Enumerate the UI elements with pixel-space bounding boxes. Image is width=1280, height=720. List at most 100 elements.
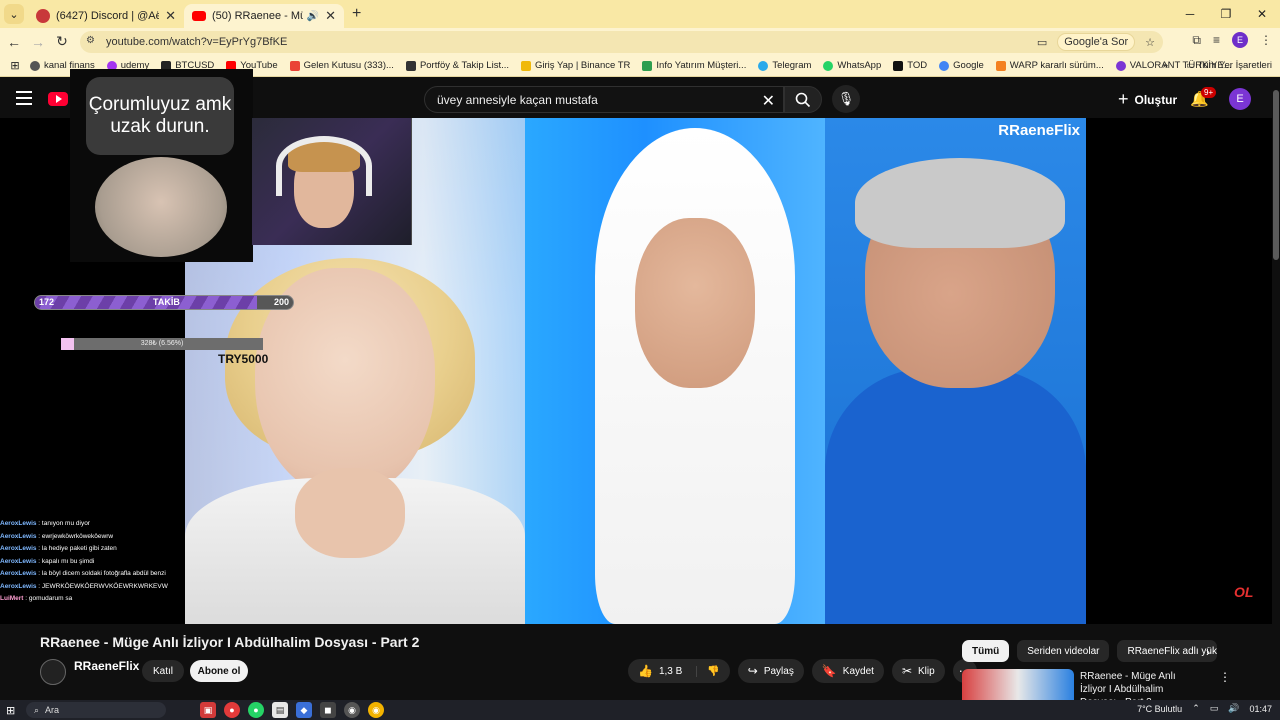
save-button[interactable]: 🔖 Kaydet (811, 659, 884, 683)
chat-message: AeroxLewis : la böyl dicem soldaki fotoğ… (0, 570, 166, 577)
speaker-icon[interactable]: 🔊 (307, 11, 319, 22)
thumbs-down-icon[interactable]: 👎 (696, 665, 720, 677)
stream-chat-overlay: AeroxLewis : tanıyon mu diyor AeroxLewis … (0, 518, 192, 718)
bookmark-label: Giriş Yap | Binance TR (535, 60, 631, 71)
clear-search-icon[interactable]: ✕ (762, 91, 775, 111)
extensions-icon[interactable]: ⧉ (1192, 33, 1201, 48)
close-window-button[interactable]: ✕ (1244, 0, 1280, 28)
bookmark-item[interactable]: WhatsApp (823, 60, 881, 71)
voice-search-button[interactable]: 🎙 (832, 85, 860, 113)
bookmark-label: TOD (907, 60, 928, 71)
apps-grid-icon[interactable]: ⊞ (0, 59, 30, 72)
clock[interactable]: 01:47 (1249, 704, 1272, 714)
url-text[interactable]: youtube.com/watch?v=EyPrYg7BfKE (106, 36, 287, 48)
join-button[interactable]: Katıl (142, 660, 184, 682)
chip-channel-uploads[interactable]: RRaeneFlix adlı yükle (1117, 640, 1218, 662)
reload-button[interactable]: ↻ (50, 33, 74, 50)
bookmark-item[interactable]: WARP kararlı sürüm... (995, 60, 1104, 71)
app-icon[interactable]: ▣ (200, 702, 216, 718)
scissors-icon: ✂ (901, 664, 912, 678)
save-label: Kaydet (842, 665, 874, 677)
bookmark-label: Gelen Kutusu (333)... (303, 60, 394, 71)
tray-chevron-icon[interactable]: ⌃ (1192, 703, 1200, 714)
chat-text: ewrjewköwrköwekôewrw (41, 532, 114, 540)
bookmark-item[interactable]: Giriş Yap | Binance TR (521, 60, 630, 71)
bookmark-item[interactable]: Google (939, 60, 984, 71)
search-input[interactable]: üvey annesiyle kaçan mustafa ✕ (424, 86, 784, 113)
tab-youtube[interactable]: (50) RRaenee - Müge Anlı İz 🔊 ✕ (184, 4, 344, 28)
new-tab-button[interactable]: + (352, 5, 361, 23)
chrome-icon[interactable]: ◉ (368, 702, 384, 718)
google-sor-button[interactable]: Google'a Sor (1057, 33, 1136, 51)
profile-avatar[interactable]: E (1232, 32, 1248, 48)
chip-label: Seriden videolar (1027, 645, 1100, 657)
steam-icon[interactable]: ◆ (296, 702, 312, 718)
close-tab-icon[interactable]: ✕ (165, 8, 176, 24)
follow-goal-fill (35, 296, 257, 309)
weather-text[interactable]: 7°C Bulutlu (1137, 704, 1182, 714)
bookmark-label: Google (953, 60, 984, 71)
channel-avatar[interactable] (40, 659, 66, 685)
chat-username: AeroxLewis (0, 545, 37, 552)
back-button[interactable]: ← (2, 34, 26, 50)
google-icon (939, 60, 950, 71)
chat-message: AeroxLewis : tanıyon mu diyor (0, 520, 90, 527)
app-icon[interactable]: ◼ (320, 702, 336, 718)
chat-text: gomudarum sa (28, 595, 73, 602)
guest-man-panel: RRaeneFlix (825, 118, 1086, 624)
bookmarks-right: » ▭ Tüm Yer İşaretleri (1163, 60, 1272, 71)
create-button[interactable]: + Oluştur (1118, 89, 1177, 110)
chat-text: kapalı mı bu şimdi (41, 557, 95, 565)
chip-series[interactable]: Seriden videolar (1017, 640, 1110, 662)
account-avatar[interactable]: E (1229, 88, 1251, 110)
page-scrollbar-thumb[interactable] (1273, 90, 1279, 260)
notepad-icon[interactable]: ▤ (272, 702, 288, 718)
chip-all[interactable]: Tümü (962, 640, 1010, 662)
bookmark-item[interactable]: Info Yatırım Müşteri... (642, 60, 746, 71)
bookmark-star-icon[interactable]: ☆ (1145, 36, 1155, 49)
tab-search-button[interactable]: ⌄ (4, 4, 24, 24)
recommended-more-icon[interactable]: ⋮ (1219, 670, 1231, 684)
obs-icon[interactable]: ◉ (344, 702, 360, 718)
volume-icon[interactable]: 🔊 (1228, 703, 1239, 714)
thumbs-up-icon: 👍 (638, 664, 653, 678)
minimize-button[interactable]: ─ (1172, 0, 1208, 28)
system-tray: 7°C Bulutlu ⌃ ▭ 🔊 01:47 (1137, 703, 1272, 714)
chips-next-icon[interactable]: › (1206, 645, 1210, 659)
channel-name[interactable]: RRaeneFlix (74, 659, 139, 673)
hamburger-menu-icon[interactable] (16, 91, 32, 105)
chat-message: AeroxLewis : kapalı mı bu şimdi (0, 557, 95, 565)
bookmark-item[interactable]: Portföy & Takip List... (405, 60, 509, 71)
restore-button[interactable]: ❐ (1208, 0, 1244, 28)
all-bookmarks-folder[interactable]: ▭ Tüm Yer İşaretleri (1186, 60, 1272, 71)
related-filter-chips: Tümü Seriden videolar RRaeneFlix adlı yü… (962, 640, 1218, 662)
start-icon[interactable]: ⊞ (6, 704, 15, 717)
forward-button[interactable]: → (26, 34, 50, 50)
bookmark-item[interactable]: Telegram (758, 60, 811, 71)
network-icon[interactable]: ▭ (1210, 703, 1219, 714)
search-button[interactable] (784, 86, 822, 113)
follow-label: TAKİB (153, 297, 180, 307)
more-bookmarks-icon[interactable]: » (1163, 60, 1168, 71)
follow-goal-bar: 172 TAKİB 200 (34, 295, 294, 310)
search-query-text[interactable]: üvey annesiyle kaçan mustafa (437, 93, 598, 107)
tab-discord[interactable]: (6427) Discord | @Aërox ✕ (28, 4, 184, 28)
app-icon[interactable]: ● (224, 702, 240, 718)
close-tab-icon[interactable]: ✕ (325, 8, 336, 24)
share-button[interactable]: ↪ Paylaş (737, 659, 804, 683)
bookmark-item[interactable]: TOD (893, 60, 927, 71)
bookmark-item[interactable]: Gelen Kutusu (333)... (289, 60, 394, 71)
whatsapp-icon[interactable]: ● (248, 702, 264, 718)
clip-button[interactable]: ✂ Klip (891, 659, 945, 683)
omnibox[interactable]: ⚙ youtube.com/watch?v=EyPrYg7BfKE ▭ Goog… (80, 31, 1163, 53)
whatsapp-icon (823, 60, 834, 71)
subscribe-button[interactable]: Abone ol (190, 660, 248, 682)
cast-icon[interactable]: ▭ (1037, 36, 1047, 49)
video-title: RRaenee - Müge Anlı İzliyor I Abdülhalim… (40, 634, 420, 650)
youtube-logo[interactable] (48, 92, 68, 106)
media-controls-icon[interactable]: ≡ (1213, 33, 1220, 47)
like-button[interactable]: 👍 1,3 B 👎 (628, 659, 730, 683)
chrome-menu-icon[interactable]: ⋮ (1260, 33, 1272, 47)
taskbar-search[interactable]: ⌕ Ara (26, 702, 166, 718)
site-info-icon[interactable]: ⚙ (86, 35, 100, 49)
